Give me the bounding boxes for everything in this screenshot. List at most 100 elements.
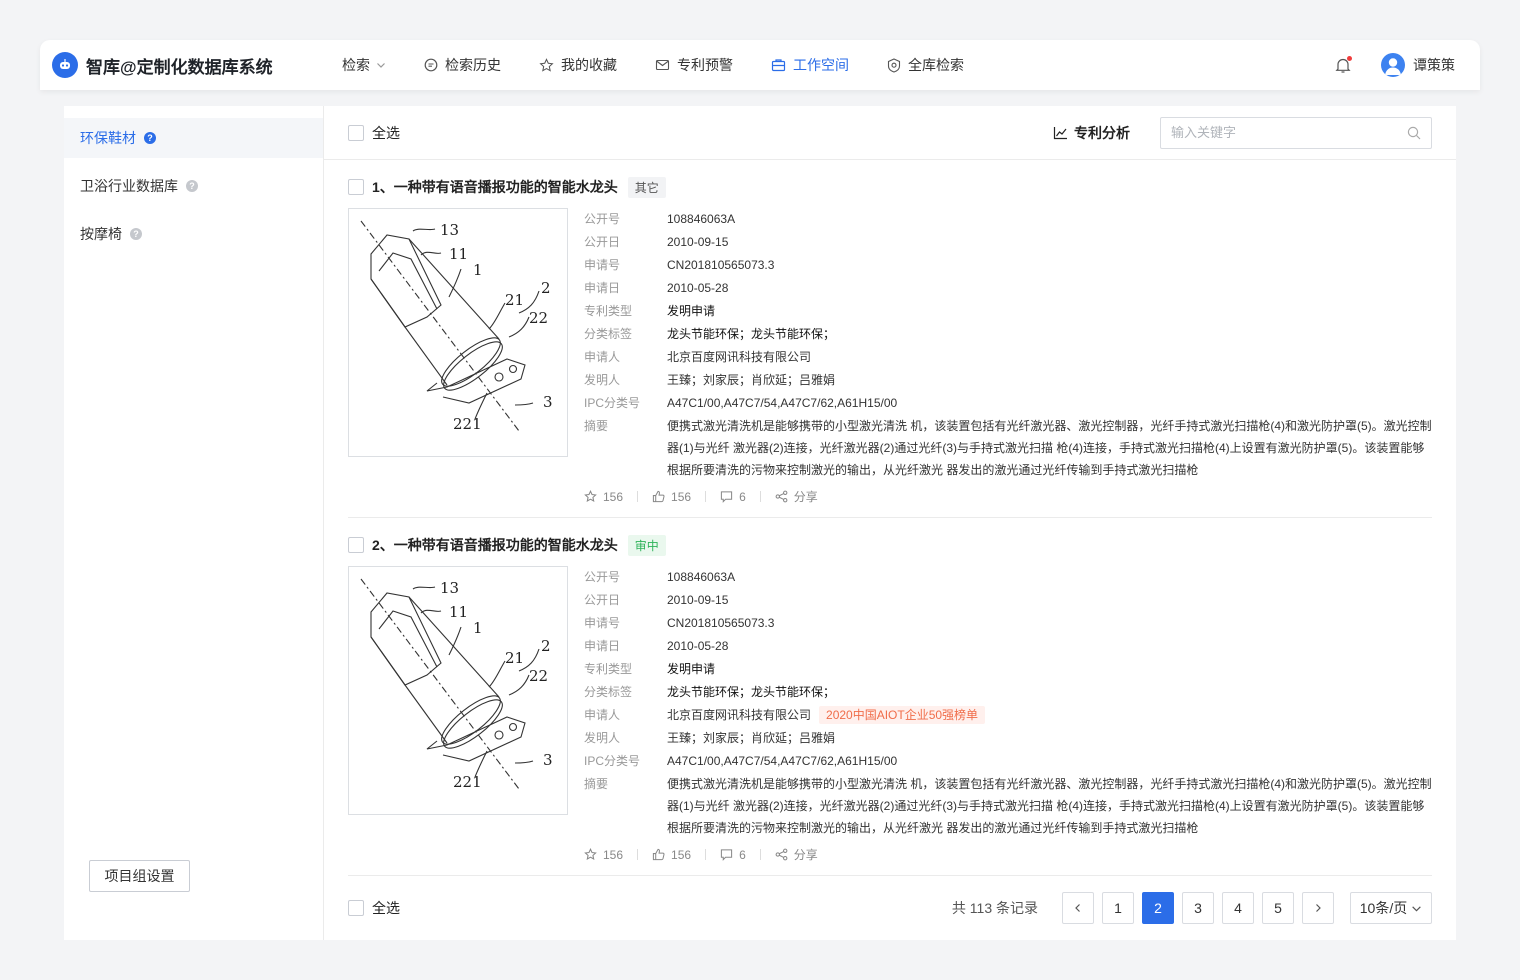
field-applicant: 申请人 北京百度网讯科技有限公司	[584, 350, 812, 364]
patent-actions: 156 156 6 分享	[584, 488, 818, 505]
patent-analysis-button[interactable]: 专利分析	[1053, 123, 1130, 143]
favorite-count: 156	[603, 489, 624, 504]
select-all-label: 全选	[372, 124, 400, 141]
comment-button[interactable]: 6	[720, 848, 746, 862]
patent-figure[interactable]: 13 11 1 2 21 22 3 221	[348, 566, 568, 815]
field-pub-date: 公开日 2010-09-15	[584, 593, 729, 607]
figure-label: 1	[473, 261, 483, 279]
patent-title[interactable]: 2、一种带有语音播报功能的智能水龙头	[372, 535, 618, 555]
faucet-drawing-icon: 13 11 1 2 21 22 3 221	[360, 220, 553, 433]
help-icon[interactable]: ?	[186, 180, 198, 192]
divider	[759, 491, 761, 502]
divider	[637, 849, 639, 860]
select-all-checkbox[interactable]: 全选	[348, 123, 400, 143]
patent-item: 1、一种带有语音播报功能的智能水龙头 其它 13 11 1 2 21 22 3 …	[348, 176, 1432, 504]
sidebar-item-eco-shoe[interactable]: 环保鞋材 ?	[64, 118, 323, 158]
figure-label: 3	[543, 393, 553, 411]
page-button-5[interactable]: 5	[1262, 892, 1294, 924]
share-label: 分享	[793, 848, 818, 862]
field-type: 专利类型 发明申请	[584, 304, 716, 318]
page-size-select[interactable]: 10条/页	[1350, 892, 1432, 924]
list-toolbar: 全选 专利分析	[324, 106, 1456, 160]
page-button-1[interactable]: 1	[1102, 892, 1134, 924]
app-title: 智库@定制化数据库系统	[86, 57, 273, 77]
comment-button[interactable]: 6	[720, 490, 746, 504]
checkbox-box[interactable]	[348, 124, 364, 141]
star-icon	[539, 57, 554, 72]
patent-fields: 公开号 108846063A 公开日 2010-09-15 申请号 CN2018105…	[584, 208, 1432, 481]
favorite-button[interactable]: 156	[584, 848, 623, 862]
line-chart-icon	[1053, 126, 1067, 139]
nav-alert[interactable]: 专利预警	[655, 55, 733, 75]
comment-count: 6	[739, 489, 746, 504]
favorite-button[interactable]: 156	[584, 490, 623, 504]
field-pub-no: 公开号 108846063A	[584, 212, 736, 226]
patent-title[interactable]: 1、一种带有语音播报功能的智能水龙头	[372, 177, 618, 197]
page-button-4[interactable]: 4	[1222, 892, 1254, 924]
patent-item: 2、一种带有语音播报功能的智能水龙头 审中 13 11 1 2 21 22 3 …	[348, 534, 1432, 862]
item-checkbox[interactable]	[348, 179, 364, 195]
shield-search-icon	[887, 57, 901, 73]
nav-search[interactable]: 检索	[342, 55, 386, 75]
sidebar-item-label: 卫浴行业数据库	[80, 178, 178, 194]
faucet-drawing-icon: 13 11 1 2 21 22 3 221	[360, 578, 553, 791]
nav-workspace[interactable]: 工作空间	[771, 55, 849, 75]
divider	[637, 491, 639, 502]
sidebar-item-massage-chair[interactable]: 按摩椅 ?	[64, 214, 323, 254]
select-all-label: 全选	[372, 900, 400, 916]
header-right: 谭策策	[1335, 53, 1455, 77]
logo[interactable]: 智库@定制化数据库系统	[52, 52, 342, 78]
chevron-right-icon	[1316, 904, 1321, 912]
field-type: 专利类型 发明申请	[584, 662, 716, 676]
avatar[interactable]	[1381, 53, 1405, 77]
nav-full-search[interactable]: 全库检索	[887, 55, 964, 75]
briefcase-icon	[771, 59, 786, 72]
keyword-search-input[interactable]	[1171, 125, 1407, 140]
item-checkbox[interactable]	[348, 537, 364, 553]
item-divider	[348, 517, 1432, 518]
nav-workspace-label: 工作空间	[793, 57, 849, 73]
page-button-3[interactable]: 3	[1182, 892, 1214, 924]
help-icon[interactable]: ?	[130, 228, 142, 240]
applicant-badge[interactable]: 2020中国AIOT企业50强榜单	[819, 706, 986, 724]
help-icon[interactable]: ?	[144, 132, 156, 144]
field-app-date: 申请日 2010-05-28	[584, 281, 729, 295]
next-page-button[interactable]	[1302, 892, 1334, 924]
user-name[interactable]: 谭策策	[1413, 55, 1455, 75]
nav-history[interactable]: 检索历史	[424, 55, 501, 75]
field-inventor: 发明人 王臻；刘家辰；肖欣延；吕雅娟	[584, 731, 836, 745]
project-group-settings-button[interactable]: 项目组设置	[89, 860, 190, 892]
checkbox-box[interactable]	[348, 900, 364, 916]
applicant-name[interactable]: 北京百度网讯科技有限公司	[667, 708, 811, 722]
share-button[interactable]: 分享	[775, 846, 818, 863]
field-pub-no: 公开号 108846063A	[584, 570, 736, 584]
page-button-2[interactable]: 2	[1142, 892, 1174, 924]
select-all-checkbox-bottom[interactable]: 全选	[348, 898, 400, 918]
figure-label: 13	[440, 221, 459, 239]
field-abstract: 摘要 便携式激光清洗机是能够携带的小型激光清洗 机，该装置包括有光纤激光器、激光控…	[584, 777, 1432, 835]
status-tag: 其它	[627, 176, 666, 198]
patent-figure[interactable]: 13 11 1 2 21 22 3 221	[348, 208, 568, 457]
star-icon	[584, 848, 597, 860]
like-button[interactable]: 156	[652, 490, 691, 504]
prev-page-button[interactable]	[1062, 892, 1094, 924]
share-button[interactable]: 分享	[775, 488, 818, 505]
comment-count: 6	[739, 847, 746, 862]
patent-item-header: 1、一种带有语音播报功能的智能水龙头 其它	[348, 176, 1432, 198]
field-app-no: 申请号 CN201810565073.3	[584, 258, 775, 272]
like-button[interactable]: 156	[652, 848, 691, 862]
field-inventor: 发明人 王臻；刘家辰；肖欣延；吕雅娟	[584, 373, 836, 387]
sidebar-item-label: 环保鞋材	[80, 130, 136, 146]
figure-label: 221	[453, 773, 482, 791]
figure-label: 22	[529, 309, 548, 327]
notification-button[interactable]	[1335, 55, 1352, 74]
share-icon	[775, 848, 788, 861]
like-count: 156	[671, 847, 692, 862]
sidebar-item-bathroom[interactable]: 卫浴行业数据库 ?	[64, 166, 323, 206]
search-icon[interactable]	[1407, 126, 1421, 140]
nav-full-search-label: 全库检索	[908, 57, 964, 73]
field-ipc: IPC分类号 A47C1/00,A47C7/54,A47C7/62,A61H15/…	[584, 754, 898, 768]
field-applicant: 申请人 北京百度网讯科技有限公司 2020中国AIOT企业50强榜单	[584, 704, 1432, 727]
favorite-count: 156	[603, 847, 624, 862]
nav-favorites[interactable]: 我的收藏	[539, 55, 617, 75]
